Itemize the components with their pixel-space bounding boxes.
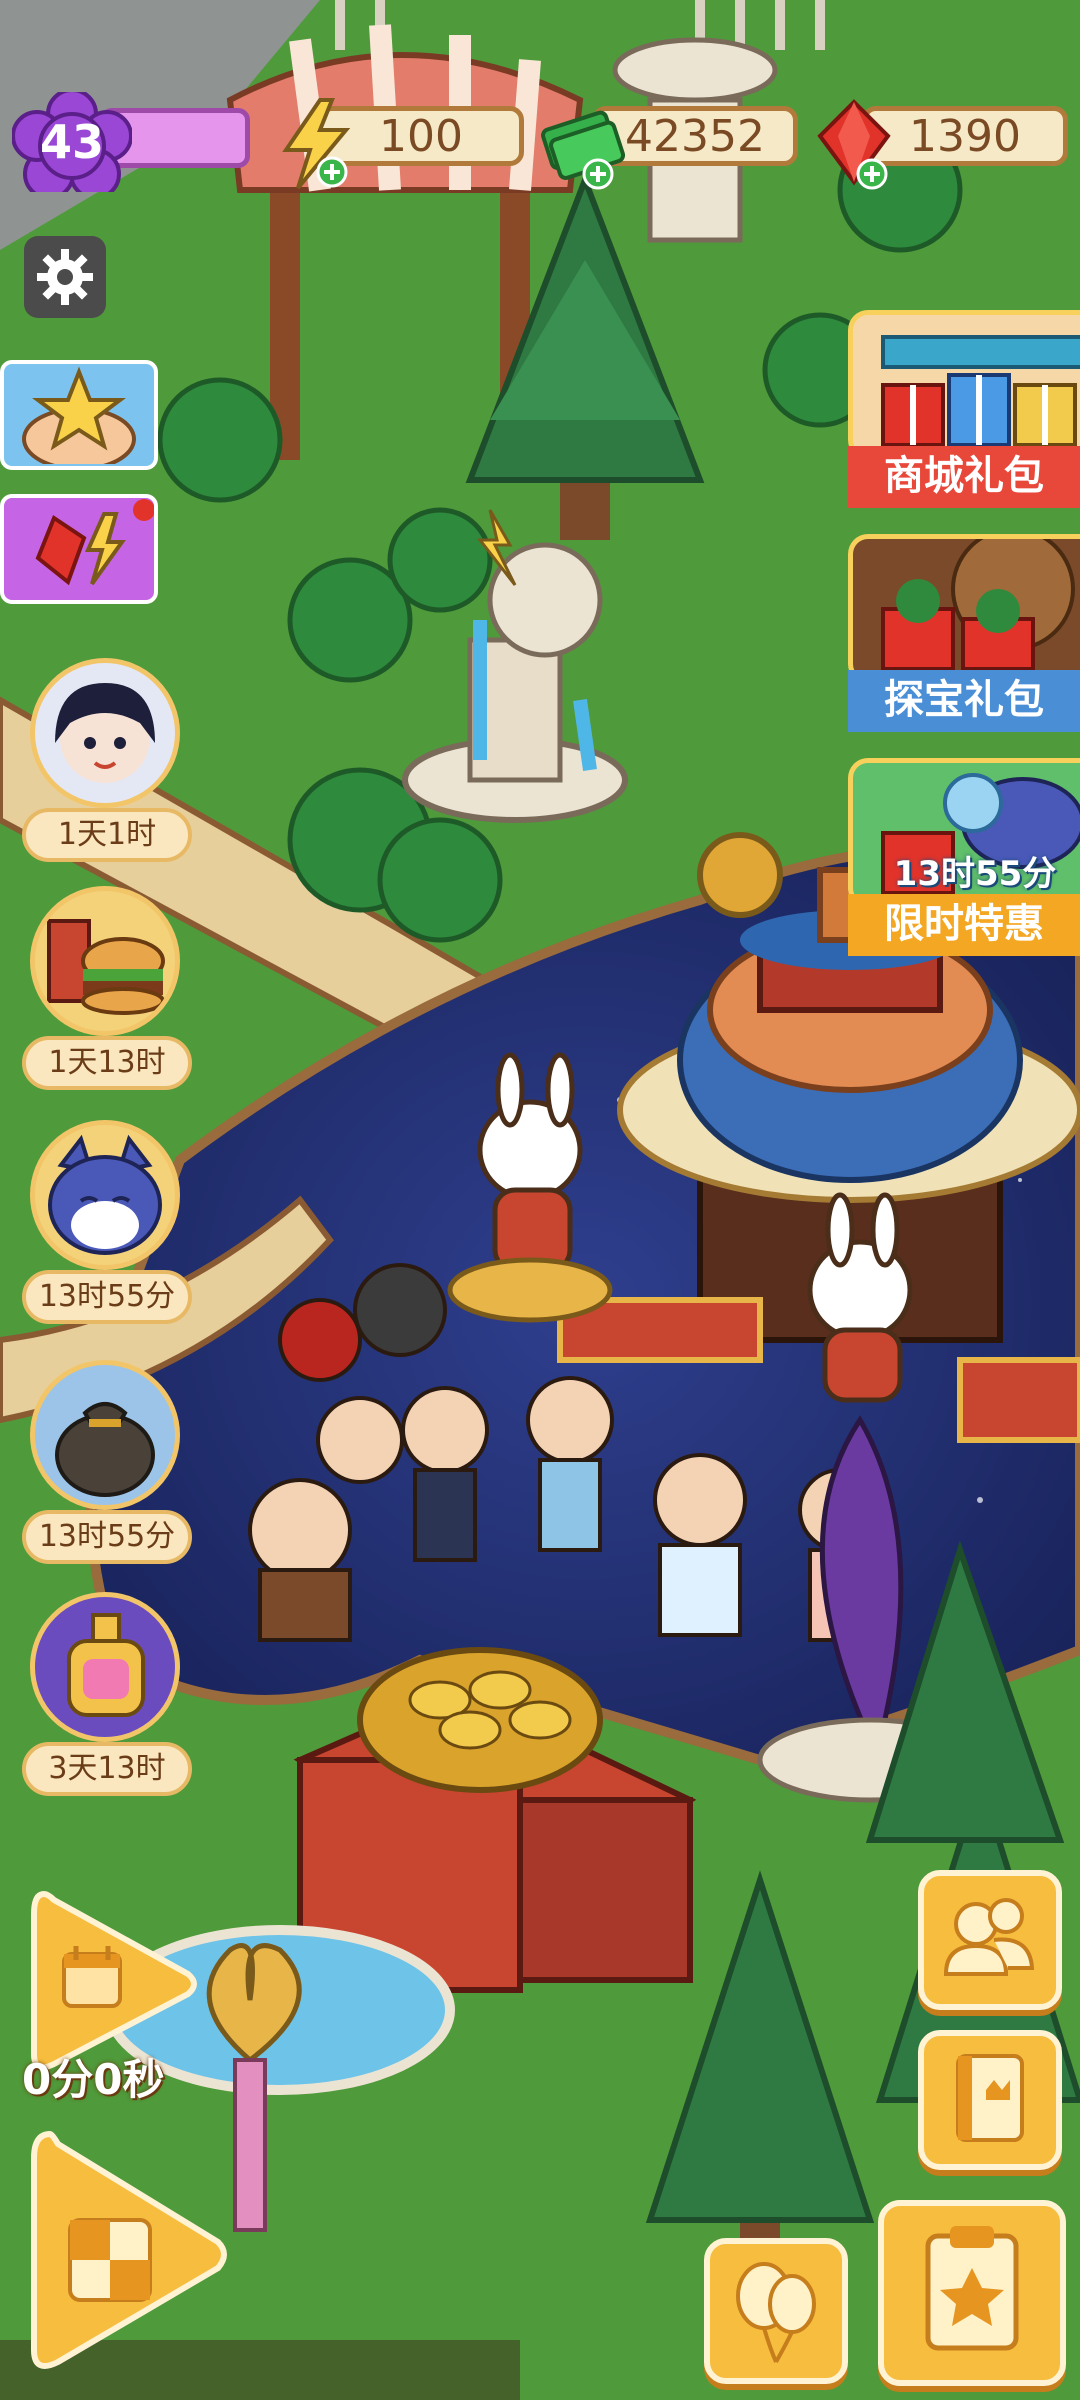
people-icon	[943, 1898, 1035, 1976]
timer-event-5[interactable]: 3天13时	[22, 1592, 192, 1796]
timer-label: 1天13时	[22, 1036, 192, 1090]
friends-button[interactable]	[918, 1870, 1062, 2010]
gem-energy-event-button[interactable]	[0, 494, 158, 604]
money-bag-icon	[30, 1360, 180, 1510]
blue-cat-icon	[30, 1120, 180, 1270]
timer-event-3[interactable]: 13时55分	[22, 1120, 192, 1324]
gameboard-icon	[68, 2218, 152, 2302]
level-badge[interactable]: 43	[11, 88, 133, 200]
treasure-gift-pack-label: 探宝礼包	[848, 670, 1080, 732]
collection-book-button[interactable]	[918, 2030, 1062, 2170]
energy-value: 100	[379, 110, 463, 162]
timer-label: 13时55分	[22, 1270, 192, 1324]
limited-offer-label: 限时特惠	[848, 894, 1080, 956]
timer-label: 3天13时	[22, 1742, 192, 1796]
treasure-boxes-icon	[848, 534, 1080, 684]
calendar-timer: 0分0秒	[22, 2055, 165, 2104]
burger-drink-icon	[30, 886, 180, 1036]
gem-value: 1390	[909, 110, 1021, 162]
tasks-button[interactable]	[878, 2200, 1066, 2386]
timer-label: 1天1时	[22, 808, 192, 862]
level-number: 43	[39, 115, 104, 169]
party-balloons-button[interactable]	[704, 2238, 848, 2384]
timer-event-1[interactable]: 1天1时	[22, 658, 192, 862]
star-face-icon	[22, 366, 136, 471]
book-icon	[956, 2054, 1024, 2142]
gameboard-button[interactable]	[20, 2124, 230, 2384]
gem-lightning-icon	[35, 499, 155, 586]
star-event-button[interactable]	[0, 360, 158, 471]
gift-boxes-icon	[848, 310, 1080, 460]
cash-stack-icon	[541, 110, 626, 190]
pink-bottle-icon	[30, 1592, 180, 1742]
timer-label: 13时55分	[22, 1510, 192, 1564]
shop-gift-pack-label: 商城礼包	[848, 446, 1080, 508]
timer-event-4[interactable]: 13时55分	[22, 1360, 192, 1564]
task-clipboard-icon	[925, 2226, 1019, 2351]
settings-button[interactable]	[24, 236, 106, 318]
gear-icon	[37, 249, 93, 305]
timer-event-2[interactable]: 1天13时	[22, 886, 192, 1090]
treasure-gift-pack[interactable]: 探宝礼包	[848, 524, 1080, 736]
cash-value: 42352	[625, 110, 765, 162]
balloons-icon	[736, 2262, 816, 2363]
limited-offer-timer: 13时55分	[893, 854, 1057, 894]
shop-gift-pack[interactable]: 商城礼包	[848, 300, 1080, 512]
calendar-icon	[62, 1946, 122, 2008]
lightning-icon	[282, 98, 351, 190]
red-gem-icon	[817, 99, 891, 190]
girl-portrait-icon	[30, 658, 180, 808]
